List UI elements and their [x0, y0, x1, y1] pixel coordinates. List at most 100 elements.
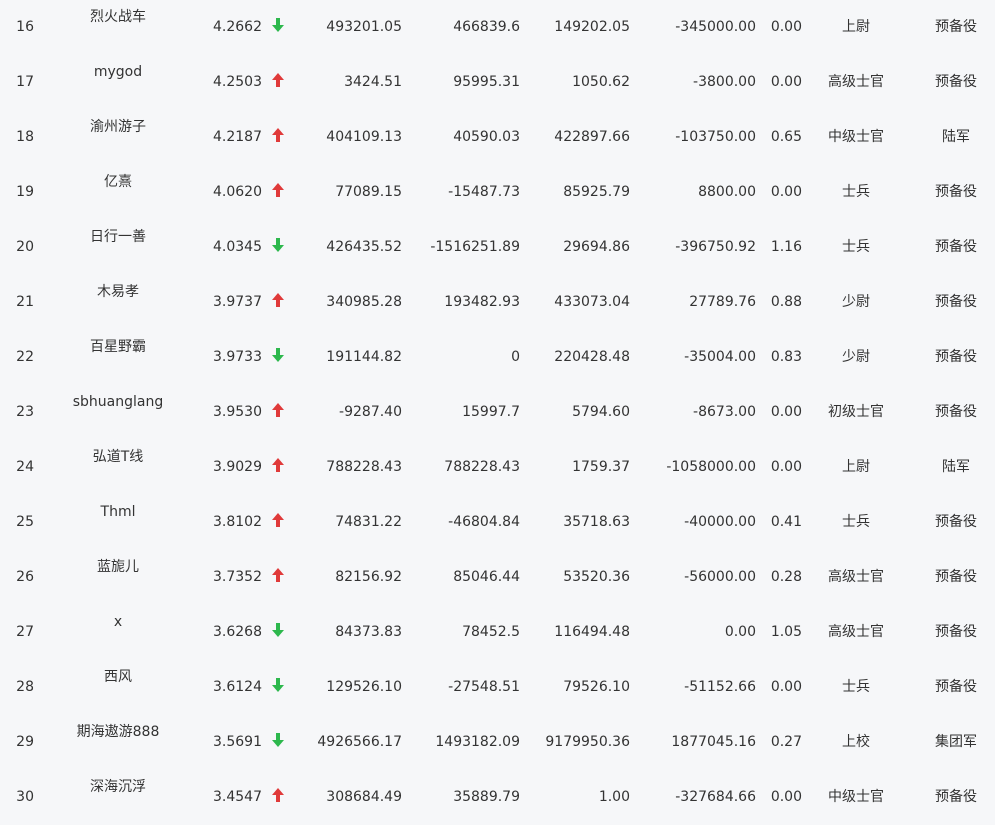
score-cell: 3.9029 [213, 459, 262, 475]
value-col-5: 0.00 [770, 184, 802, 200]
value-col-3: 85925.79 [563, 184, 630, 200]
rank-cell: 28 [16, 679, 34, 695]
value-col-1: 3424.51 [344, 74, 402, 90]
value-col-4: -3800.00 [693, 74, 756, 90]
military-rank: 高级士官 [828, 624, 884, 640]
table-row: 18 渝州游子 4.2187 404109.13 40590.03 422897.66 -1… [0, 110, 995, 165]
arrow-down-icon [271, 17, 285, 33]
trader-name[interactable]: 渝州游子 [58, 118, 178, 136]
value-col-2: -1516251.89 [430, 239, 520, 255]
score-cell: 4.2187 [213, 129, 262, 145]
trader-name[interactable]: 西风 [58, 668, 178, 686]
trader-name[interactable]: 日行一善 [58, 228, 178, 246]
rank-cell: 26 [16, 569, 34, 585]
score-cell: 3.6268 [213, 624, 262, 640]
value-col-5: 1.16 [770, 239, 802, 255]
arrow-up-icon [271, 567, 285, 583]
value-col-4: -345000.00 [675, 19, 756, 35]
value-col-3: 53520.36 [563, 569, 630, 585]
value-col-3: 422897.66 [554, 129, 630, 145]
score-cell: 4.2662 [213, 19, 262, 35]
value-col-1: 493201.05 [326, 19, 402, 35]
table-row: 28 西风 3.6124 129526.10 -27548.51 79526.10 -511… [0, 660, 995, 715]
military-rank: 中级士官 [828, 789, 884, 805]
table-row: 22 百星野霸 3.9733 191144.82 0 220428.48 -35004.00… [0, 330, 995, 385]
value-col-2: -46804.84 [448, 514, 520, 530]
trader-name[interactable]: 弘道T线 [58, 448, 178, 466]
table-row: 19 亿熹 4.0620 77089.15 -15487.73 85925.79 8800.… [0, 165, 995, 220]
trader-name[interactable]: 蓝旎儿 [58, 558, 178, 576]
value-col-1: 191144.82 [326, 349, 402, 365]
military-rank: 士兵 [842, 679, 870, 695]
trader-name[interactable]: x [58, 613, 178, 631]
value-col-2: -15487.73 [448, 184, 520, 200]
military-rank: 士兵 [842, 184, 870, 200]
arrow-up-icon [271, 292, 285, 308]
value-col-2: 0 [511, 349, 520, 365]
ranking-table: 16 烈火战车 4.2662 493201.05 466839.6 149202.05 -3… [0, 0, 995, 825]
trader-name[interactable]: 百星野霸 [58, 338, 178, 356]
value-col-5: 1.05 [770, 624, 802, 640]
military-rank: 上尉 [842, 459, 870, 475]
service-branch: 陆军 [942, 129, 970, 145]
military-rank: 少尉 [842, 349, 870, 365]
value-col-2: 40590.03 [453, 129, 520, 145]
table-row: 30 深海沉浮 3.4547 308684.49 35889.79 1.00 -327684… [0, 770, 995, 825]
table-row: 23 sbhuanglang 3.9530 -9287.40 15997.7 5794.6… [0, 385, 995, 440]
rank-cell: 27 [16, 624, 34, 640]
rank-cell: 19 [16, 184, 34, 200]
service-branch: 预备役 [935, 789, 977, 805]
rank-cell: 20 [16, 239, 34, 255]
value-col-2: -27548.51 [448, 679, 520, 695]
rank-cell: 21 [16, 294, 34, 310]
arrow-up-icon [271, 182, 285, 198]
service-branch: 预备役 [935, 349, 977, 365]
service-branch: 预备役 [935, 679, 977, 695]
score-cell: 4.2503 [213, 74, 262, 90]
value-col-4: 8800.00 [698, 184, 756, 200]
value-col-3: 220428.48 [554, 349, 630, 365]
table-row: 21 木易孝 3.9737 340985.28 193482.93 433073.04 27… [0, 275, 995, 330]
trader-name[interactable]: sbhuanglang [58, 393, 178, 411]
trader-name[interactable]: 烈火战车 [58, 8, 178, 26]
arrow-down-icon [271, 622, 285, 638]
value-col-1: 82156.92 [335, 569, 402, 585]
score-cell: 4.0620 [213, 184, 262, 200]
trader-name[interactable]: 亿熹 [58, 173, 178, 191]
military-rank: 少尉 [842, 294, 870, 310]
service-branch: 预备役 [935, 74, 977, 90]
arrow-up-icon [271, 72, 285, 88]
value-col-5: 0.83 [770, 349, 802, 365]
trader-name[interactable]: mygod [58, 63, 178, 81]
trader-name[interactable]: 期海遨游888 [58, 723, 178, 741]
trader-name[interactable]: Thml [58, 503, 178, 521]
value-col-3: 1.00 [598, 789, 630, 805]
value-col-5: 0.41 [770, 514, 802, 530]
rank-cell: 17 [16, 74, 34, 90]
arrow-down-icon [271, 732, 285, 748]
value-col-3: 79526.10 [563, 679, 630, 695]
military-rank: 上校 [842, 734, 870, 750]
service-branch: 集团军 [935, 734, 977, 750]
rank-cell: 16 [16, 19, 34, 35]
value-col-1: 4926566.17 [317, 734, 402, 750]
score-cell: 3.5691 [213, 734, 262, 750]
value-col-2: 788228.43 [444, 459, 520, 475]
service-branch: 预备役 [935, 514, 977, 530]
value-col-2: 1493182.09 [435, 734, 520, 750]
service-branch: 陆军 [942, 459, 970, 475]
table-row: 26 蓝旎儿 3.7352 82156.92 85046.44 53520.36 -5600… [0, 550, 995, 605]
arrow-down-icon [271, 347, 285, 363]
arrow-down-icon [271, 237, 285, 253]
value-col-4: 1877045.16 [671, 734, 756, 750]
value-col-3: 1050.62 [572, 74, 630, 90]
trader-name[interactable]: 木易孝 [58, 283, 178, 301]
value-col-3: 1759.37 [572, 459, 630, 475]
score-cell: 3.8102 [213, 514, 262, 530]
trader-name[interactable]: 深海沉浮 [58, 778, 178, 796]
table-row: 25 Thml 3.8102 74831.22 -46804.84 35718.63 -40… [0, 495, 995, 550]
rank-cell: 22 [16, 349, 34, 365]
value-col-4: 27789.76 [689, 294, 756, 310]
value-col-5: 0.00 [770, 679, 802, 695]
value-col-5: 0.00 [770, 789, 802, 805]
